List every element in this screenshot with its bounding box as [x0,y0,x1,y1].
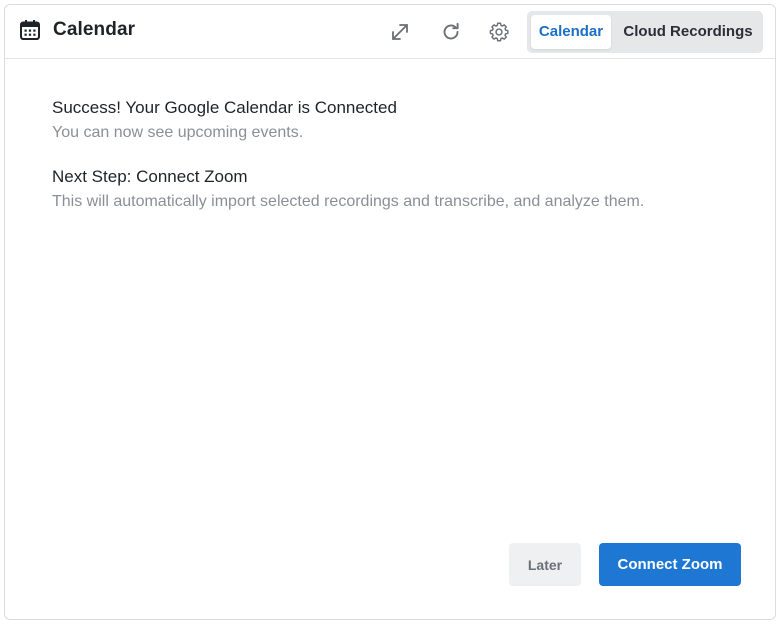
later-button[interactable]: Later [509,543,581,586]
next-step-heading: Next Step: Connect Zoom [52,167,248,186]
refresh-icon [440,21,462,43]
view-toggle: Calendar Cloud Recordings [527,11,763,53]
connect-zoom-button[interactable]: Connect Zoom [599,543,741,586]
title-group: Calendar [19,19,135,41]
gear-icon [488,21,510,43]
status-content: Success! Your Google Calendar is Connect… [52,97,752,213]
settings-button[interactable] [486,19,512,45]
panel-header: Calendar Calendar Cloud Recordings [5,5,775,59]
tab-calendar[interactable]: Calendar [531,15,611,49]
next-step-subtext: This will automatically import selected … [52,193,645,210]
panel-title: Calendar [53,19,136,40]
success-subtext: You can now see upcoming events. [52,124,304,141]
refresh-button[interactable] [438,19,464,45]
tab-cloud-recordings[interactable]: Cloud Recordings [617,15,759,49]
calendar-panel: Calendar Calendar Cloud Recordings Succe… [4,4,776,620]
calendar-icon [19,19,41,41]
expand-icon [389,21,411,43]
next-step-block: Next Step: Connect Zoom This will automa… [52,166,752,213]
expand-button[interactable] [387,19,413,45]
success-heading: Success! Your Google Calendar is Connect… [52,98,397,117]
